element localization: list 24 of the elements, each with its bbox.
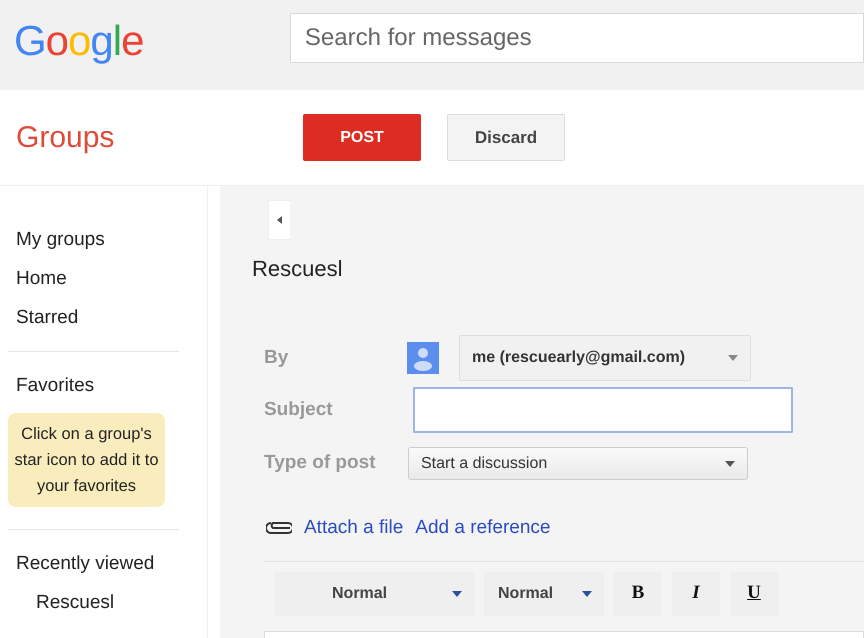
field-label: Type of post — [263, 451, 377, 476]
discard-button[interactable]: Discard — [447, 114, 565, 161]
group-title: Rescuesl — [252, 255, 344, 283]
post-type-select[interactable]: Start a discussion — [408, 447, 748, 480]
field-label: By — [263, 346, 290, 370]
sidebar-item[interactable]: Starred — [0, 298, 207, 337]
format-dropdown[interactable]: Normal — [274, 572, 474, 616]
link[interactable]: Attach a file — [304, 514, 404, 542]
sidebar-item[interactable]: Rescuesl — [0, 583, 207, 622]
link[interactable]: Add a reference — [415, 514, 550, 542]
field-label: Subject — [263, 398, 334, 422]
format-dropdown[interactable]: Normal — [484, 572, 604, 616]
favorites-hint: Click on a group's star icon to add it to your favorites — [8, 413, 165, 507]
sidebar-item[interactable]: Home — [0, 259, 207, 298]
section-heading: Recently viewed — [15, 552, 156, 576]
section-heading: Favorites — [15, 374, 96, 398]
post-button[interactable]: POST — [303, 114, 421, 161]
app-title: Groups — [15, 120, 116, 156]
italic-button[interactable]: I — [672, 572, 720, 616]
sidebar-item[interactable]: My groups — [0, 220, 207, 259]
bold-button[interactable]: B — [614, 572, 662, 616]
underline-button[interactable]: U — [730, 572, 778, 616]
search-field[interactable]: Search for messages — [290, 13, 864, 63]
sender-select[interactable]: me (rescuearly@gmail.com) — [459, 335, 751, 381]
